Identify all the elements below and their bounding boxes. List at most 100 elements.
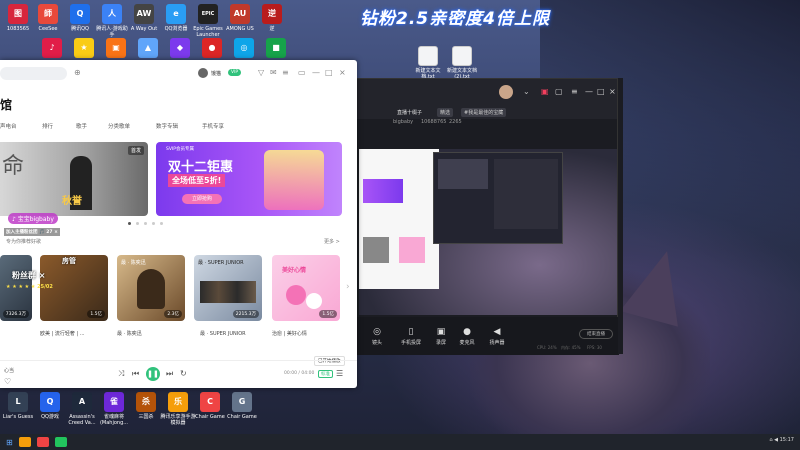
chevron-down-icon[interactable]: ⌄ [523,87,530,96]
pause-button[interactable]: ❚❚ [146,367,160,381]
desktop-icon-3[interactable]: Q 腾讯QQ [62,4,98,32]
like-icon[interactable]: ♡ [4,377,11,386]
tab-radio[interactable]: 声电台 [0,122,17,130]
tab-rank[interactable]: 排行 [42,122,53,130]
camera-button[interactable]: ◎ 镜头 [365,327,389,346]
play-count: 1.5亿 [319,310,337,318]
status-text: 心当 [4,368,15,374]
speaker-button[interactable]: ◀ 扬声器 [485,327,509,346]
card-caption[interactable]: 欧美 | 流行轻奢 | ... [40,330,85,337]
desktop-icon-5[interactable]: AW A Way Out [126,4,162,32]
desktop-icon-row2-4[interactable]: ▲ [130,38,166,60]
tab-playlist[interactable]: 分类歌单 [108,122,130,130]
desktop-icon-row2-5[interactable]: ◆ [162,38,198,60]
end-stream-button[interactable]: 结束直播 [579,329,613,339]
close-icon[interactable]: × [339,68,346,77]
banner-right[interactable]: SVIP会员专属 双十二钜惠 全场低至5折! 立即抢购 [156,142,342,216]
desktop-file-2[interactable]: 新建文本文档(2).txt [444,46,480,80]
chevron-right-icon[interactable]: › [346,282,350,292]
desktop-icon-bottom-8[interactable]: G Chair Game [224,392,260,420]
desktop-icon-row2-3[interactable]: ▣ [98,38,134,60]
desktop-icon-6[interactable]: e QQ浏览器 [158,4,194,32]
room-label: 直播十缀子 [397,110,423,116]
more-link[interactable]: 更多 > [324,238,340,245]
desktop-icon-bottom-6[interactable]: 乐腾讯乐享游手游模拟器 [160,392,196,426]
repeat-icon[interactable]: ↻ [180,369,187,378]
minimize-icon[interactable]: — [312,68,320,77]
room-hashtag[interactable]: #我是最佳的宝藏 [461,108,507,117]
desktop-icon-row2-2[interactable]: ★ [66,38,102,60]
search-input[interactable] [0,67,67,80]
desktop-icon-9[interactable]: 逆 逆 [254,4,290,32]
banner-button[interactable]: 立即抢购 [182,194,222,204]
card-caption[interactable]: 最 · SUPER JUNIOR [200,330,246,337]
clock[interactable]: 15:17 [780,437,794,443]
desktop-icon-8[interactable]: AU AMONG US [222,4,258,32]
game-icon: AW [134,4,154,24]
desktop-icon-bottom-3[interactable]: A Assassin's Creed Va... [64,392,100,426]
desktop-icon-label: A Way Out [130,26,158,32]
close-icon[interactable]: × [609,87,616,96]
sub-window-pane [438,159,488,189]
gift-icon[interactable]: ▣ [541,87,549,96]
carousel-dots[interactable] [128,222,163,225]
menu-icon[interactable]: ≡ [571,87,578,96]
maximize-icon[interactable]: □ [597,87,605,96]
desktop-icon-row2-7[interactable]: ◎ [226,38,262,60]
playlist-icon[interactable]: ☰ [336,369,343,378]
skin-icon[interactable]: ▽ [258,68,264,77]
playlist-card[interactable]: 最 · 陈奕迅 2.3亿 [117,255,185,321]
overlay-line1: 加入主播粉丝团 🎵 27 × [4,228,60,236]
anchor-name: bigbaby [393,119,414,125]
desktop-icon-7[interactable]: EPIC Epic Games Launcher [190,4,226,38]
screen-record-button[interactable]: ▣ 录屏 [429,327,453,346]
card-caption[interactable]: 治愈 | 美好心情 [272,330,307,337]
desktop-icon-row2-8[interactable]: ■ [258,38,294,60]
avatar[interactable] [499,85,513,99]
next-icon[interactable]: ⏭ [166,369,173,379]
minimize-icon[interactable]: — [585,87,593,96]
app-icon[interactable] [54,437,67,447]
playlist-card[interactable]: 最 · SUPER JUNIOR 2215.3万 [194,255,262,321]
desktop-icon-2[interactable]: 師 CeeSee [30,4,66,32]
desktop-icon-row2-6[interactable]: ● [194,38,230,60]
user-name[interactable]: 饿猫 [211,70,221,77]
banner-left[interactable]: 命 首发 秋誉 [0,142,148,216]
banner-gift-illustration [264,150,324,210]
tab-mobile[interactable]: 手机专享 [202,122,224,130]
mini-mode-icon[interactable]: ▭ [298,68,306,77]
mic-button[interactable]: ● 麦克风 [455,327,479,346]
phone-cast-button[interactable]: ▯ 手机投屏 [399,327,423,346]
tab-digital-album[interactable]: 数字专辑 [156,122,178,130]
vip-badge[interactable]: VIP [228,69,242,76]
playlist-card[interactable]: 美好心情 1.5亿 [272,255,340,321]
desktop-icon-row2-1[interactable]: ♪ [34,38,70,60]
qq-icon: Q [70,4,90,24]
menu-icon[interactable]: ≡ [282,68,289,77]
desktop-icon-label: Epic Games Launcher [193,26,223,38]
prev-icon[interactable]: ⏮ [132,369,139,379]
game-icon: C [200,392,220,412]
avatar[interactable] [198,68,208,78]
room-tag[interactable]: 精选 [437,108,454,117]
tab-singer[interactable]: 歌手 [76,122,87,130]
desktop-icon-bottom-2[interactable]: Q QQ游戏 [32,392,68,420]
card-caption[interactable]: 最 · 陈奕迅 [117,330,142,337]
desktop-icon-bottom-7[interactable]: C Chair Game [192,392,228,420]
desktop-icon-bottom-1[interactable]: L Liar's Guess [0,392,36,420]
screen-icon[interactable]: ▢ [555,87,563,96]
quality-badge[interactable]: 标准 [318,370,333,378]
desktop-icon-bottom-5[interactable]: 杀三国杀 [128,392,164,420]
screen-icon: ▣ [436,327,446,337]
desktop-icon-4[interactable]: 人 腾讯人·游戏助手 [94,4,130,38]
maximize-icon[interactable]: □ [325,68,333,77]
banner-title: 双十二钜惠 [168,160,234,175]
mail-icon[interactable]: ✉ [270,68,277,77]
shuffle-icon[interactable]: ⤨ [118,369,124,379]
refresh-icon[interactable]: ⊕ [74,68,81,77]
desktop-icon-bottom-4[interactable]: 雀雀魂麻将 (Mahjong... [96,392,132,426]
desktop-file-1[interactable]: 新建文本文档.txt [410,46,446,80]
windows-start-icon[interactable]: ⊞ [6,438,13,447]
explorer-icon[interactable] [18,437,31,447]
app-icon[interactable] [36,437,49,447]
